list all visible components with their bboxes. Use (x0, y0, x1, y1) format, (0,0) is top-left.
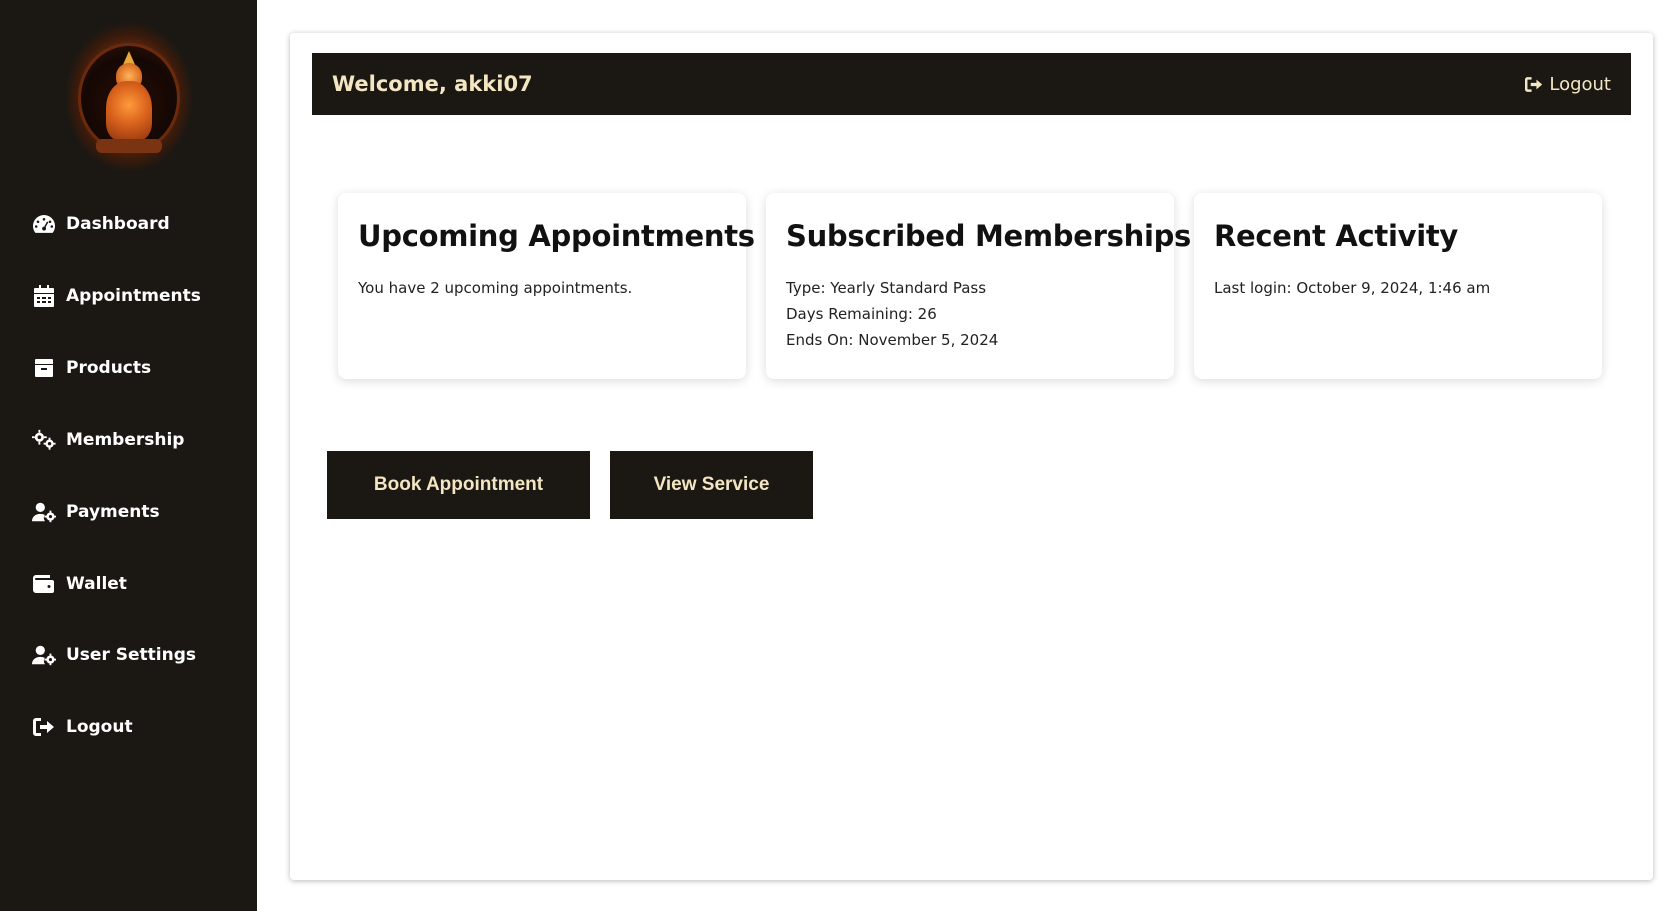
sidebar-item-label: Payments (66, 502, 160, 522)
logout-icon (32, 716, 56, 738)
wallet-icon (32, 573, 56, 595)
recent-activity-card: Recent Activity Last login: October 9, 2… (1194, 193, 1602, 379)
sidebar: Dashboard Appointments Products Membersh… (0, 0, 257, 911)
sidebar-item-label: User Settings (66, 645, 196, 665)
logout-icon (1525, 76, 1543, 92)
sidebar-item-label: Membership (66, 430, 185, 450)
sidebar-item-label: Dashboard (66, 214, 170, 234)
last-login-text: Last login: October 9, 2024, 1:46 am (1214, 279, 1491, 297)
view-service-button[interactable]: View Service (610, 451, 813, 519)
ganesha-logo (64, 21, 194, 173)
header-logout-link[interactable]: Logout (1525, 53, 1611, 115)
sidebar-item-logout[interactable]: Logout (32, 713, 133, 741)
membership-type: Type: Yearly Standard Pass (786, 279, 987, 297)
sidebar-item-label: Logout (66, 717, 133, 737)
sidebar-item-user-settings[interactable]: User Settings (32, 641, 196, 669)
sidebar-item-label: Wallet (66, 574, 127, 594)
card-title: Recent Activity (1214, 219, 1459, 253)
user-gear-icon (32, 644, 56, 666)
welcome-title: Welcome, akki07 (332, 72, 533, 96)
card-title: Subscribed Memberships (786, 219, 1192, 253)
sidebar-item-products[interactable]: Products (32, 354, 151, 382)
header-bar: Welcome, akki07 Logout (312, 53, 1631, 115)
appointments-summary: You have 2 upcoming appointments. (358, 279, 633, 297)
membership-end-date: Ends On: November 5, 2024 (786, 331, 999, 349)
user-gear-icon (32, 501, 56, 523)
membership-days-remaining: Days Remaining: 26 (786, 305, 937, 323)
card-title: Upcoming Appointments (358, 219, 755, 253)
subscribed-memberships-card: Subscribed Memberships Type: Yearly Stan… (766, 193, 1192, 379)
header-logout-label: Logout (1549, 73, 1611, 95)
main-panel: Welcome, akki07 Logout Upcoming Appointm… (290, 33, 1653, 880)
sidebar-item-appointments[interactable]: Appointments (32, 282, 201, 310)
gauge-icon (32, 213, 56, 235)
upcoming-appointments-card: Upcoming Appointments You have 2 upcomin… (338, 193, 755, 379)
sidebar-item-label: Products (66, 358, 152, 378)
sidebar-item-membership[interactable]: Membership (32, 426, 184, 454)
calendar-icon (32, 285, 56, 307)
book-appointment-button[interactable]: Book Appointment (327, 451, 590, 519)
sidebar-item-label: Appointments (66, 286, 201, 306)
gears-icon (32, 429, 56, 451)
box-icon (32, 357, 56, 379)
sidebar-item-payments[interactable]: Payments (32, 498, 160, 526)
sidebar-item-dashboard[interactable]: Dashboard (32, 210, 170, 238)
sidebar-item-wallet[interactable]: Wallet (32, 570, 127, 598)
